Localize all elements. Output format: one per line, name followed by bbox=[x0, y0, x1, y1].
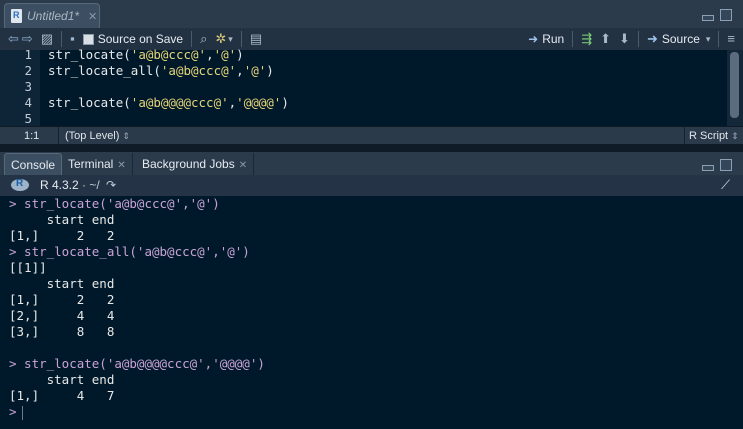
up-arrow-icon[interactable]: ⬆ bbox=[600, 28, 611, 50]
status-divider bbox=[58, 127, 59, 145]
scope-label: (Top Level) bbox=[65, 130, 120, 142]
chevron-down-icon[interactable]: ▾ bbox=[706, 28, 711, 50]
source-on-save-label: Source on Save bbox=[97, 32, 184, 46]
editor-scrollbar[interactable] bbox=[727, 50, 743, 126]
console-output-line: [2,] 4 4 bbox=[9, 308, 115, 323]
code-text: str_locate('a@b@@@@ccc@','@@@@') bbox=[48, 95, 289, 110]
console-output-line: [1,] 2 2 bbox=[9, 228, 115, 243]
r-version: R 4.3.2 bbox=[40, 178, 79, 192]
chevron-updown-icon: ⇕ bbox=[122, 131, 131, 141]
code-text: str_locate('a@b@ccc@','@') bbox=[48, 47, 244, 62]
code-editor[interactable]: 1 str_locate('a@b@ccc@','@') 2 str_locate_a… bbox=[0, 47, 727, 126]
file-type-label: R Script bbox=[689, 130, 729, 142]
toolbar-divider bbox=[191, 31, 193, 47]
file-type-selector[interactable]: R Script ⇕ bbox=[689, 127, 739, 145]
toolbar-divider bbox=[637, 31, 639, 47]
tab-terminal[interactable]: Terminal ✕ bbox=[62, 153, 133, 175]
editor-status-bar: 1:1 (Top Level) ⇕ R Script ⇕ bbox=[0, 126, 743, 145]
minimize-icon[interactable] bbox=[702, 165, 714, 171]
r-file-icon bbox=[11, 9, 22, 23]
close-icon[interactable]: ✕ bbox=[117, 160, 125, 171]
console-header: R 4.3.2 · ~/ ↷ ⟋ bbox=[0, 175, 743, 197]
editor-tab[interactable]: Untitled1* ✕ bbox=[4, 3, 100, 28]
console-output-line: start end bbox=[9, 276, 115, 291]
source-icon[interactable]: ➜ bbox=[647, 28, 658, 50]
scrollbar-thumb[interactable] bbox=[730, 52, 739, 118]
status-divider bbox=[684, 127, 685, 145]
down-arrow-icon[interactable]: ⬇ bbox=[619, 28, 630, 50]
tab-label: Background Jobs bbox=[142, 157, 235, 171]
toolbar-divider bbox=[572, 31, 574, 47]
tab-console[interactable]: Console bbox=[4, 153, 63, 175]
working-directory: · ~/ bbox=[82, 178, 100, 192]
editor-tab-bar: Untitled1* ✕ bbox=[0, 0, 743, 29]
console-output-line: [1,] 2 2 bbox=[9, 292, 115, 307]
line-number: 5 bbox=[24, 111, 32, 126]
cursor-position: 1:1 bbox=[24, 130, 40, 142]
console-prompt[interactable]: > bbox=[9, 404, 23, 420]
toolbar-divider bbox=[718, 31, 720, 47]
toolbar-divider bbox=[61, 31, 63, 47]
source-on-save-checkbox[interactable] bbox=[82, 33, 94, 45]
minimize-icon[interactable] bbox=[702, 15, 714, 21]
toolbar-divider bbox=[240, 31, 242, 47]
console-output-line: start end bbox=[9, 372, 115, 387]
line-number: 2 bbox=[24, 63, 32, 78]
code-text: str_locate_all('a@b@ccc@','@') bbox=[48, 63, 274, 78]
console-output-line: [[1]] bbox=[9, 260, 47, 275]
menu-icon[interactable]: ≡ bbox=[727, 28, 735, 50]
close-icon[interactable]: ✕ bbox=[239, 160, 247, 171]
compile-report-icon[interactable]: ▤ bbox=[250, 28, 262, 50]
console-tab-bar: Console Terminal ✕ Background Jobs ✕ bbox=[0, 152, 743, 176]
maximize-icon[interactable] bbox=[720, 9, 732, 21]
console-command: > str_locate('a@b@@@@ccc@','@@@@') bbox=[9, 356, 265, 371]
chevron-updown-icon: ⇕ bbox=[731, 131, 739, 141]
close-icon[interactable]: ✕ bbox=[88, 10, 97, 23]
console-output-line: [1,] 4 7 bbox=[9, 388, 115, 403]
scope-selector[interactable]: (Top Level) ⇕ bbox=[65, 127, 130, 145]
tab-background-jobs[interactable]: Background Jobs ✕ bbox=[136, 153, 255, 175]
console-output-line: start end bbox=[9, 212, 115, 227]
console-output[interactable]: > str_locate('a@b@ccc@','@') start end [1… bbox=[0, 196, 743, 429]
broom-clear-icon[interactable]: ⟋ bbox=[721, 177, 730, 193]
go-to-directory-icon[interactable]: ↷ bbox=[106, 177, 116, 193]
console-output-line: [3,] 8 8 bbox=[9, 324, 115, 339]
maximize-icon[interactable] bbox=[720, 159, 732, 171]
prompt-symbol: > bbox=[9, 404, 17, 419]
editor-tab-title: Untitled1* bbox=[27, 9, 80, 23]
text-cursor bbox=[21, 405, 23, 420]
console-command: > str_locate('a@b@ccc@','@') bbox=[9, 196, 220, 211]
pane-splitter[interactable] bbox=[0, 144, 743, 152]
line-number: 4 bbox=[24, 95, 32, 110]
r-logo-icon bbox=[11, 178, 29, 191]
run-button[interactable]: Run bbox=[542, 32, 564, 46]
run-icon[interactable]: ➜ bbox=[528, 28, 538, 50]
tab-label: Console bbox=[11, 158, 56, 172]
tab-label: Terminal bbox=[68, 157, 114, 171]
console-command: > str_locate_all('a@b@ccc@','@') bbox=[9, 244, 250, 259]
source-button[interactable]: Source bbox=[662, 32, 700, 46]
line-number: 1 bbox=[24, 47, 32, 62]
rerun-icon[interactable]: ⇶ bbox=[581, 28, 592, 50]
line-number: 3 bbox=[24, 79, 32, 94]
console-window-controls bbox=[702, 159, 732, 171]
editor-window-controls bbox=[702, 9, 732, 21]
